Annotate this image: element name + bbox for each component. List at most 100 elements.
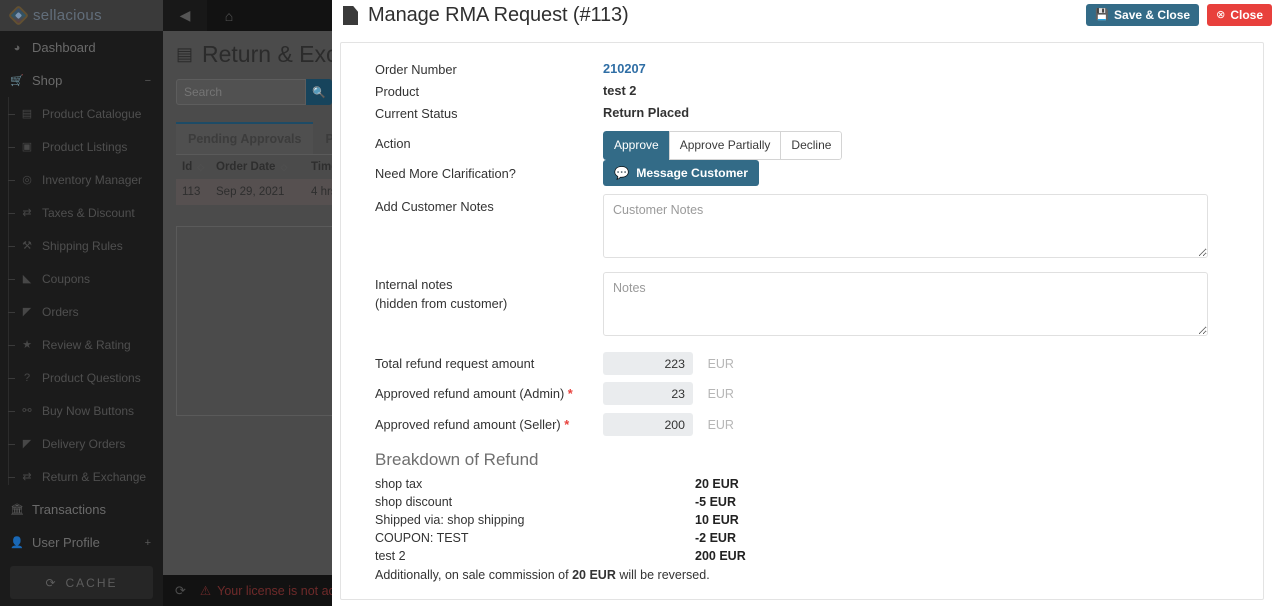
document-icon [343,6,358,25]
save-and-close-button[interactable]: 💾 Save & Close [1086,4,1200,26]
sidebar-item-label: Return & Exchange [42,469,147,484]
expand-icon[interactable]: + [145,537,151,549]
target-icon: ◎ [22,174,32,186]
internal-notes-textarea[interactable] [603,272,1208,336]
sidebar-item-review-rating[interactable]: ★ Review & Rating [0,328,163,361]
sidebar-item-label: Product Listings [42,139,128,154]
currency-label: EUR [707,356,734,371]
required-marker: * [567,386,573,401]
cache-button[interactable]: ⟳ CACHE [10,566,153,599]
sidebar-item-label: User Profile [32,535,100,550]
field-label: Order Number [375,62,457,77]
sidebar-item-delivery-orders[interactable]: ◤ Delivery Orders [0,427,163,460]
sidebar-item-label: Shop [32,73,63,88]
column-header-id: Id ◇ [182,161,205,173]
sidebar-item-label: Shipping Rules [42,238,123,253]
sidebar-item-orders[interactable]: ◤ Orders [0,295,163,328]
comment-icon: 💬 [614,166,630,180]
field-label: Action [375,136,411,151]
action-decline-button[interactable]: Decline [780,131,843,160]
breakdown-amount: 200 EUR [695,549,746,563]
tab-pending-approvals[interactable]: Pending Approvals [176,122,314,154]
sidebar-item-inventory-manager[interactable]: ◎ Inventory Manager [0,163,163,196]
license-warning-text: Your license is not activ [217,583,348,598]
action-approve-button[interactable]: Approve [603,131,670,160]
home-icon[interactable]: ⌂ [207,0,251,31]
current-status-value: Return Placed [603,105,690,120]
sidebar-item-return-exchange[interactable]: ⇄ Return & Exchange [0,460,163,493]
message-customer-button[interactable]: 💬 Message Customer [603,160,759,187]
field-current-status: Current Status Return Placed [341,105,1263,131]
collapse-icon[interactable]: − [145,75,151,87]
field-label: Need More Clarification? [375,166,516,181]
sidebar-item-product-listings[interactable]: ▣ Product Listings [0,130,163,163]
total-refund-input[interactable] [603,352,693,375]
breakdown-note: Additionally, on sale commission of 20 E… [341,568,1263,582]
close-button[interactable]: ⊗ Close [1207,4,1272,26]
sidebar-item-shipping-rules[interactable]: ⚒ Shipping Rules [0,229,163,262]
order-number-link[interactable]: 210207 [603,61,646,76]
sidebar: sellacious ◕ Dashboard 🛒 Shop − ▤ Product… [0,0,163,606]
breakdown-label: shop discount [375,495,453,509]
tag-icon: ◤ [22,306,32,318]
breakdown-amount: 10 EUR [695,513,739,527]
sidebar-item-label: Review & Rating [42,337,131,352]
sidebar-shop-children: ▤ Product Catalogue ▣ Product Listings ◎ In… [0,97,163,493]
warning-icon: ⚠ [199,584,212,598]
sidebar-item-label: Delivery Orders [42,436,126,451]
sidebar-item-product-questions[interactable]: ? Product Questions [0,361,163,394]
sidebar-item-coupons[interactable]: ◣ Coupons [0,262,163,295]
sidebar-item-buy-now-buttons[interactable]: ⚯ Buy Now Buttons [0,394,163,427]
sidebar-item-dashboard[interactable]: ◕ Dashboard [0,31,163,64]
breakdown-label: COUPON: TEST [375,531,469,545]
exchange-icon: ⇄ [22,471,32,483]
sort-icon[interactable]: ◇ [280,162,287,173]
field-label: Product [375,84,420,99]
modal-header-actions: 💾 Save & Close ⊗ Close [1086,4,1272,26]
action-button-group: Approve Approve Partially Decline [603,131,843,160]
breakdown-amount: -5 EUR [695,495,736,509]
field-action: Action Approve Approve Partially Decline [341,131,1263,160]
cell-id: 113 [182,186,201,198]
close-circle-icon: ⊗ [1216,8,1226,21]
seller-refund-label: Approved refund amount (Seller) [375,417,561,432]
internal-notes-label-line1: Internal notes [375,277,453,292]
breakdown-row: test 2 200 EUR [341,549,1263,563]
field-total-refund: Total refund request amount EUR [341,352,1263,382]
field-label: Add Customer Notes [375,199,494,214]
modal-header: Manage RMA Request (#113) 💾 Save & Close… [332,0,1280,31]
breakdown-label: test 2 [375,549,406,563]
box-icon: ▣ [21,141,33,153]
sidebar-item-product-catalogue[interactable]: ▤ Product Catalogue [0,97,163,130]
sellacious-logo-icon [7,4,30,27]
note-amount: 20 EUR [572,568,616,582]
sidebar-item-taxes-discount[interactable]: ⇄ Taxes & Discount [0,196,163,229]
modal-title-text: Manage RMA Request (#113) [368,4,629,26]
brand-logo[interactable]: sellacious [0,0,163,31]
field-label: Approved refund amount (Admin) * [341,382,603,404]
breakdown-amount: 20 EUR [695,477,739,491]
sidebar-item-label: Product Questions [42,370,141,385]
refresh-icon[interactable]: ⟳ [175,583,186,599]
field-seller-refund: Approved refund amount (Seller) * EUR [341,413,1263,444]
sidebar-item-user-profile[interactable]: 👤 User Profile + [0,526,163,559]
sidebar-item-label: Coupons [42,271,91,286]
sidebar-item-label: Orders [42,304,79,319]
sidebar-item-label: Inventory Manager [42,172,143,187]
book-icon: ▤ [21,108,33,120]
question-icon: ? [23,371,31,384]
search-icon[interactable]: 🔍 [306,79,332,105]
field-label: Total refund request amount [375,356,535,371]
action-approve-partially-button[interactable]: Approve Partially [668,131,782,160]
sort-icon[interactable]: ◇ [197,162,204,173]
customer-notes-textarea[interactable] [603,194,1208,258]
sidebar-item-transactions[interactable]: 🏛 Transactions [0,493,163,526]
back-arrow-icon[interactable]: ◀ [163,0,207,31]
search-input[interactable] [176,79,306,105]
seller-refund-input[interactable] [603,413,693,436]
license-warning: ⚠ Your license is not activ [199,583,348,599]
field-customer-notes: Add Customer Notes [341,194,1263,272]
sidebar-item-shop[interactable]: 🛒 Shop − [0,64,163,97]
product-value: test 2 [603,83,637,98]
admin-refund-input[interactable] [603,382,693,405]
